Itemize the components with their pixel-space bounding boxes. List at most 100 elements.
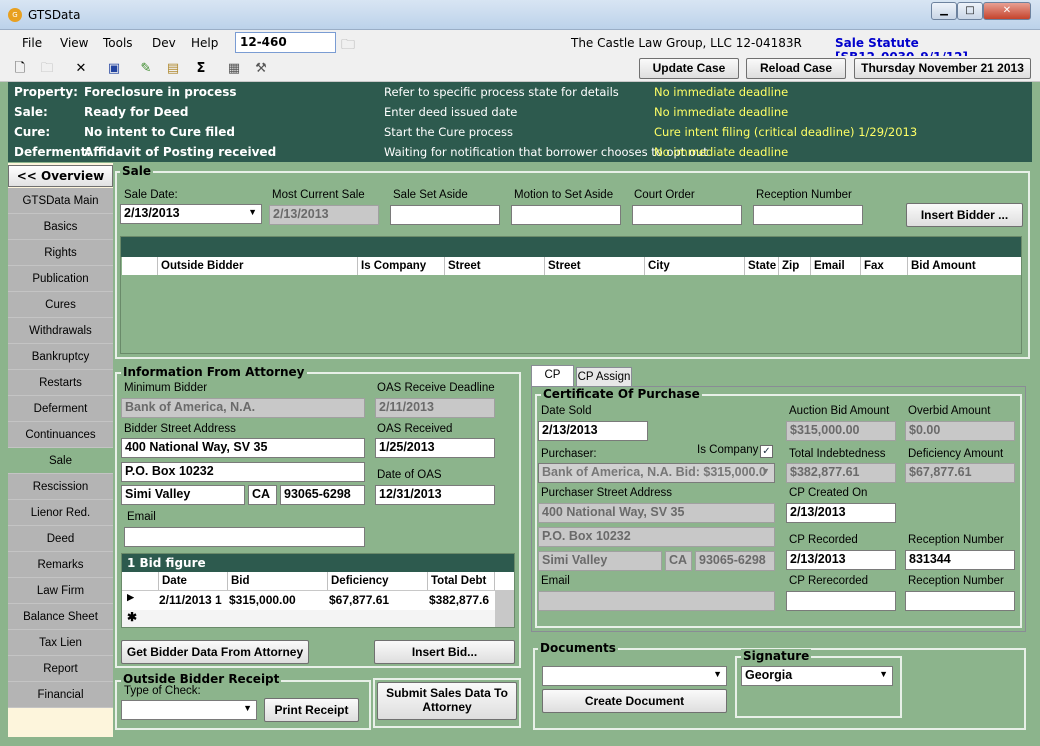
firm-label: The Castle Law Group, LLC 12-04183R: [571, 36, 802, 50]
sidebar-item-sale[interactable]: Sale: [8, 448, 113, 474]
tab-cp-assign[interactable]: CP Assign: [576, 367, 632, 387]
sidebar-item-lienor-red[interactable]: Lienor Red.: [8, 500, 113, 526]
open-icon[interactable]: 🗀: [39, 61, 55, 77]
column-header[interactable]: Is Company: [358, 257, 445, 275]
sidebar-item-remarks[interactable]: Remarks: [8, 552, 113, 578]
sidebar-item-tax-lien[interactable]: Tax Lien: [8, 630, 113, 656]
bid-amount-cell[interactable]: $315,000.00: [229, 593, 327, 607]
bid-deficiency-cell[interactable]: $67,877.61: [329, 593, 427, 607]
edit-icon[interactable]: ✎: [138, 61, 154, 77]
insert-bidder-button[interactable]: Insert Bidder ...: [906, 203, 1023, 227]
sidebar-item-gtsdata-main[interactable]: GTSData Main: [8, 188, 113, 214]
get-bidder-data-button[interactable]: Get Bidder Data From Attorney: [121, 640, 309, 664]
bidder-street2-field[interactable]: P.O. Box 10232: [121, 462, 365, 482]
overbid-label: Overbid Amount: [908, 405, 991, 417]
column-header[interactable]: Fax: [861, 257, 908, 275]
sale-date-picker[interactable]: 2/13/2013 ▼: [120, 204, 262, 224]
maximize-button[interactable]: □: [957, 2, 983, 20]
menu-help[interactable]: Help: [191, 36, 218, 50]
bidder-state-field[interactable]: CA: [248, 485, 277, 505]
menu-dev[interactable]: Dev: [152, 36, 176, 50]
print-receipt-button[interactable]: Print Receipt: [264, 698, 359, 722]
sidebar-item-rights[interactable]: Rights: [8, 240, 113, 266]
column-header[interactable]: Outside Bidder: [158, 257, 358, 275]
report-icon[interactable]: ▦: [226, 61, 242, 77]
sidebar-item-report[interactable]: Report: [8, 656, 113, 682]
cp-rerecorded-field[interactable]: [786, 591, 896, 611]
oas-received-field[interactable]: 1/25/2013: [375, 438, 495, 458]
sale-set-aside-field[interactable]: [390, 205, 500, 225]
insert-bid-button[interactable]: Insert Bid...: [374, 640, 515, 664]
column-header[interactable]: Street: [545, 257, 645, 275]
bidder-zip-field[interactable]: 93065-6298: [280, 485, 365, 505]
table-row[interactable]: ▶ 2/11/2013 1 $315,000.00 $67,877.61 $38…: [122, 591, 495, 610]
bid-total-debt-cell[interactable]: $382,877.6: [429, 593, 495, 607]
sidebar-item-deed[interactable]: Deed: [8, 526, 113, 552]
check-type-select[interactable]: ▼: [121, 700, 257, 720]
update-case-button[interactable]: Update Case: [639, 58, 739, 79]
menu-view[interactable]: View: [60, 36, 88, 50]
sidebar-item-cures[interactable]: Cures: [8, 292, 113, 318]
cp-rerecorded-label: CP Rerecorded: [789, 575, 869, 587]
open-folder-icon[interactable]: 🗀: [341, 34, 355, 58]
cp-reception-field[interactable]: 831344: [905, 550, 1015, 570]
reload-case-button[interactable]: Reload Case: [746, 58, 846, 79]
sidebar-item-rescission[interactable]: Rescission: [8, 474, 113, 500]
sidebar-item-bankruptcy[interactable]: Bankruptcy: [8, 344, 113, 370]
overview-button[interactable]: << Overview: [8, 165, 113, 187]
menu-tools[interactable]: Tools: [103, 36, 133, 50]
minimize-button[interactable]: ▁: [931, 2, 957, 20]
cp-reception2-field[interactable]: [905, 591, 1015, 611]
column-header[interactable]: Zip: [779, 257, 811, 275]
date-oas-field[interactable]: 12/31/2013: [375, 485, 495, 505]
current-date-button[interactable]: Thursday November 21 2013: [854, 58, 1031, 79]
cp-created-field[interactable]: 2/13/2013: [786, 503, 896, 523]
document-select[interactable]: ▼: [542, 666, 727, 686]
sidebar-item-balance-sheet[interactable]: Balance Sheet: [8, 604, 113, 630]
bidder-city-field[interactable]: Simi Valley: [121, 485, 245, 505]
column-header[interactable]: Date: [159, 572, 228, 590]
column-header[interactable]: Email: [811, 257, 861, 275]
submit-sales-data-button[interactable]: Submit Sales Data To Attorney: [377, 682, 517, 720]
signature-state-select[interactable]: Georgia ▼: [741, 666, 893, 686]
column-header[interactable]: Street: [445, 257, 545, 275]
sigma-icon[interactable]: Σ: [193, 61, 209, 77]
case-number-input[interactable]: 12-460: [235, 32, 336, 53]
column-header[interactable]: Bid: [228, 572, 328, 590]
sidebar-item-restarts[interactable]: Restarts: [8, 370, 113, 396]
column-header[interactable]: City: [645, 257, 745, 275]
cp-recorded-field[interactable]: 2/13/2013: [786, 550, 896, 570]
bid-figure-grid[interactable]: 1 Bid figure Date Bid Deficiency Total D…: [121, 553, 515, 628]
bidder-street1-field[interactable]: 400 National Way, SV 35: [121, 438, 365, 458]
date-sold-field[interactable]: 2/13/2013: [538, 421, 648, 441]
close-button[interactable]: ✕: [983, 2, 1031, 20]
column-header[interactable]: Bid Amount: [908, 257, 1021, 275]
sidebar-item-deferment[interactable]: Deferment: [8, 396, 113, 422]
new-icon[interactable]: 🗋: [12, 61, 28, 77]
tab-cp[interactable]: CP: [531, 365, 574, 387]
bidder-email-field[interactable]: [124, 527, 365, 547]
document-icon[interactable]: ▤: [165, 61, 181, 77]
sale-date-label: Sale Date:: [124, 189, 178, 201]
sidebar-item-withdrawals[interactable]: Withdrawals: [8, 318, 113, 344]
is-company-checkbox[interactable]: ✓: [760, 445, 773, 458]
delete-icon[interactable]: ✕: [73, 61, 89, 77]
tools-icon[interactable]: ⚒: [253, 61, 269, 77]
sidebar-item-law-firm[interactable]: Law Firm: [8, 578, 113, 604]
sidebar-item-continuances[interactable]: Continuances: [8, 422, 113, 448]
sidebar-item-publication[interactable]: Publication: [8, 266, 113, 292]
column-header[interactable]: Total Debt: [428, 572, 495, 590]
create-document-button[interactable]: Create Document: [542, 689, 727, 713]
menu-file[interactable]: File: [22, 36, 42, 50]
motion-set-aside-field[interactable]: [511, 205, 621, 225]
sidebar-item-basics[interactable]: Basics: [8, 214, 113, 240]
save-icon[interactable]: ▣: [106, 61, 122, 77]
column-header[interactable]: State: [745, 257, 779, 275]
column-header[interactable]: Deficiency: [328, 572, 428, 590]
sale-reception-field[interactable]: [753, 205, 863, 225]
new-row[interactable]: ✱: [122, 610, 495, 627]
bidder-grid[interactable]: Outside Bidder Is Company Street Street …: [120, 236, 1022, 354]
court-order-field[interactable]: [632, 205, 742, 225]
bid-date-cell[interactable]: 2/11/2013 1: [159, 593, 227, 607]
sidebar-item-financial[interactable]: Financial: [8, 682, 113, 708]
